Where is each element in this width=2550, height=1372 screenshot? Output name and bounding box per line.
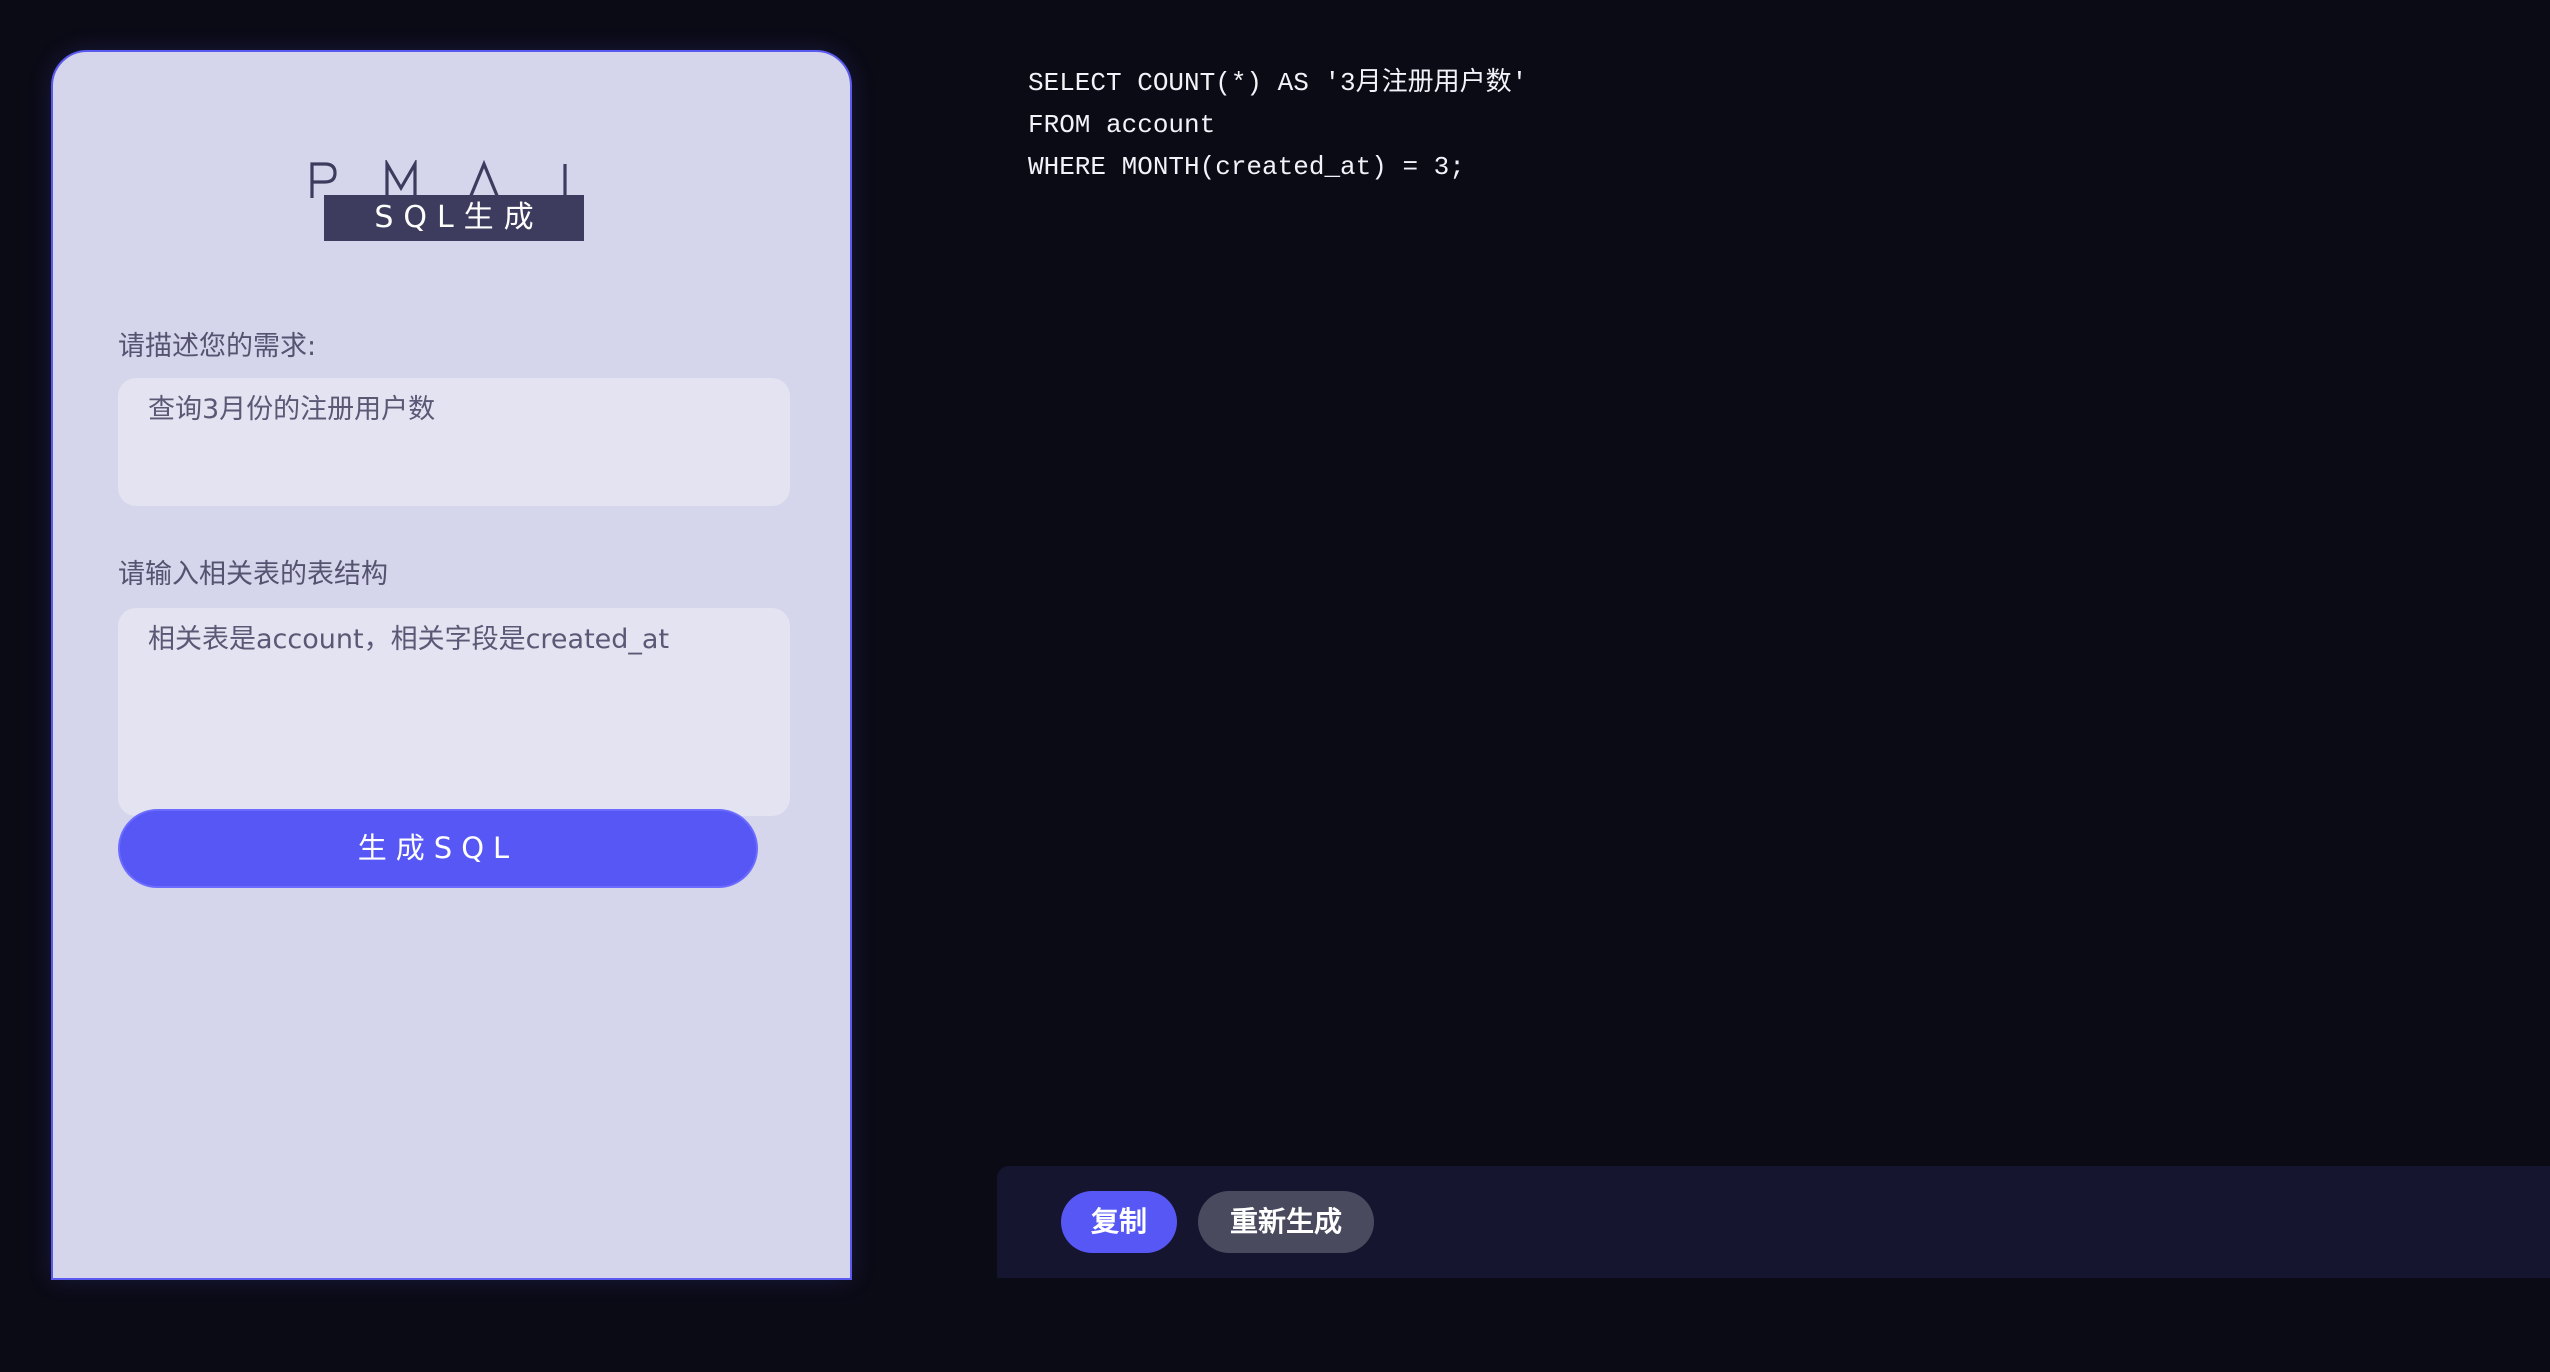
sql-generator-app: SQL生成 请描述您的需求: 查询3月份的注册用户数 请输入相关表的表结构 相关… [0,0,2550,1372]
copy-button[interactable]: 复制 [1061,1191,1177,1253]
requirement-input[interactable]: 查询3月份的注册用户数 [118,378,790,506]
regenerate-button[interactable]: 重新生成 [1198,1191,1374,1253]
output-action-bar: 复制 重新生成 [997,1166,2550,1278]
sql-line: WHERE MONTH(created_at) = 3; [1028,152,1465,182]
input-panel: SQL生成 请描述您的需求: 查询3月份的注册用户数 请输入相关表的表结构 相关… [51,50,852,1280]
pmai-logo [53,160,850,200]
schema-input[interactable]: 相关表是account，相关字段是created_at [118,608,790,816]
pmai-logo-icon [309,160,567,199]
sql-generate-badge: SQL生成 [324,195,584,241]
generate-sql-button[interactable]: 生成SQL [118,809,758,888]
sql-output: SELECT COUNT(*) AS '3月注册用户数' FROM account… [1028,62,1527,188]
sql-line: SELECT COUNT(*) AS '3月注册用户数' [1028,68,1528,98]
schema-label: 请输入相关表的表结构 [118,559,388,590]
sql-line: FROM account [1028,110,1216,140]
requirement-label: 请描述您的需求: [118,331,317,362]
